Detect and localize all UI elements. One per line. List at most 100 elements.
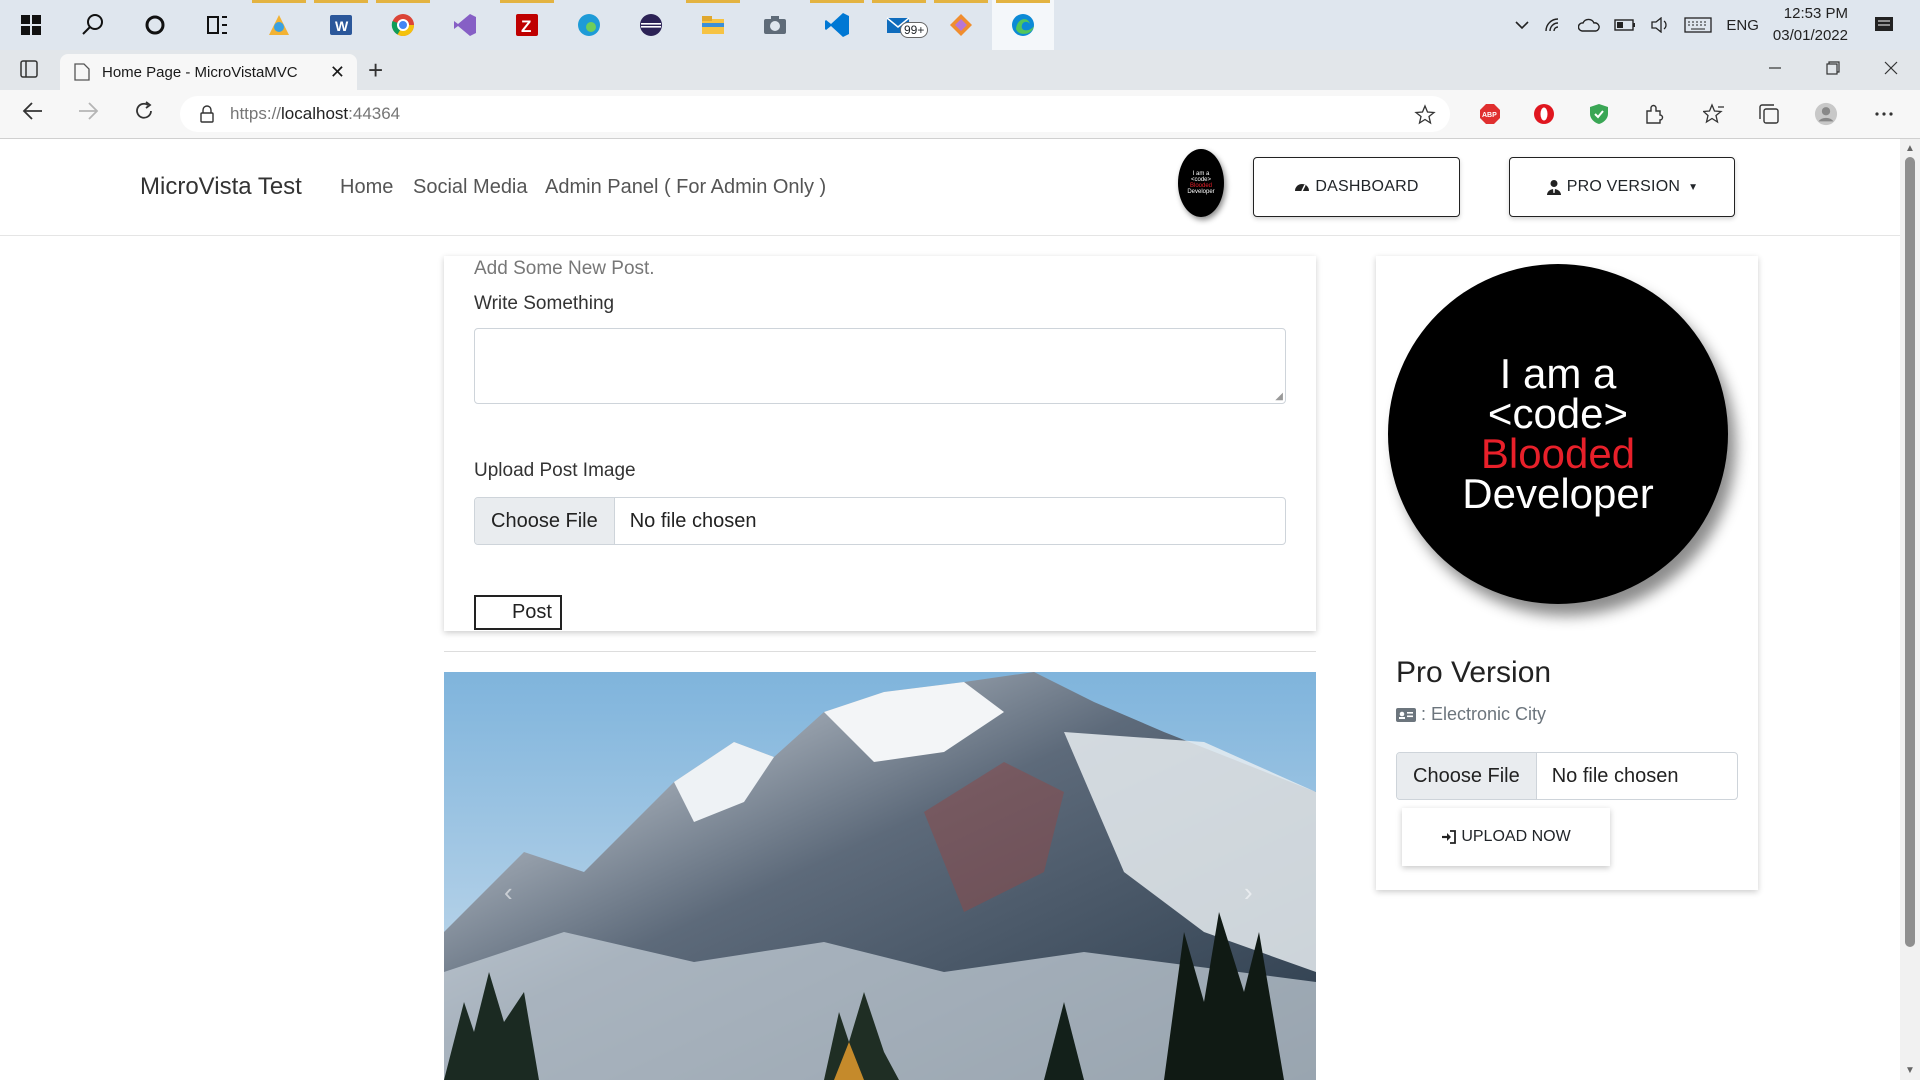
carousel-next-icon[interactable]: › [1244,877,1253,908]
id-card-icon [1396,707,1416,722]
browser-tab[interactable]: Home Page - MicroVistaMVC ✕ [60,54,357,90]
scrollbar-thumb[interactable] [1905,157,1915,947]
task-view-icon[interactable] [186,0,248,50]
more-icon[interactable] [1872,102,1896,126]
search-icon[interactable] [62,0,124,50]
page-scrollbar[interactable]: ▲ ▼ [1900,139,1920,1080]
mountain-landscape-image [444,672,1316,1080]
logo-line: Blooded [1480,430,1636,477]
profile-location-text: : Electronic City [1421,704,1547,724]
chevron-up-icon[interactable] [1514,17,1530,33]
file-status: No file chosen [1551,764,1679,787]
profile-icon[interactable] [1814,102,1838,126]
web-page: MicroVista Test Home Social Media Admin … [0,139,1900,1080]
tab-title: Home Page - MicroVistaMVC [102,63,298,81]
clock[interactable]: 12:53 PM 03/01/2022 [1773,3,1848,47]
nav-admin-panel[interactable]: Admin Panel ( For Admin Only ) [545,176,826,199]
site-brand[interactable]: MicroVista Test [140,173,302,201]
refresh-icon[interactable] [133,100,155,129]
adblock-icon[interactable]: ABP [1478,102,1502,126]
caret-down-icon: ▼ [1688,181,1699,193]
upload-now-button[interactable]: UPLOAD NOW [1402,808,1610,866]
page-icon [74,63,90,81]
filezilla-icon[interactable]: Z [496,0,558,50]
wifi-icon[interactable] [1544,17,1564,33]
windows-start-icon[interactable] [0,0,62,50]
scroll-up-icon[interactable]: ▲ [1905,143,1915,154]
favorites-icon[interactable] [1702,102,1726,126]
onedrive-icon[interactable] [1578,18,1601,32]
url-port: :44364 [348,104,401,123]
address-bar-row: https://localhost:44364 ABP [0,90,1920,139]
mail-icon[interactable]: 99+ [868,0,930,50]
url-scheme: https:// [230,104,282,123]
chrome-icon[interactable] [372,0,434,50]
eclipse-icon[interactable] [620,0,682,50]
upload-post-image-label: Upload Post Image [474,460,636,481]
back-icon[interactable] [22,100,44,129]
battery-icon[interactable] [1614,19,1636,31]
resize-grip-icon[interactable]: ◢ [1275,391,1283,402]
url-field[interactable]: https://localhost:44364 [180,96,1450,132]
post-image-file-input[interactable]: Choose File No file chosen [474,497,1286,545]
image-carousel[interactable]: ‹ › [444,672,1316,1080]
volume-icon[interactable] [1650,17,1670,33]
post-button[interactable]: Post [474,595,562,630]
keyboard-icon[interactable] [1684,17,1713,33]
clock-date: 03/01/2022 [1772,27,1848,44]
svg-text:ABP: ABP [1482,112,1497,119]
opera-icon[interactable] [1532,102,1556,126]
new-tab-button[interactable]: + [368,55,383,86]
svg-text:W: W [335,18,349,34]
close-tab-icon[interactable]: ✕ [330,62,345,83]
upload-now-label: UPLOAD NOW [1461,828,1571,845]
paint-icon[interactable] [248,0,310,50]
close-window-icon[interactable] [1884,58,1898,81]
choose-file-button[interactable]: Choose File [1397,753,1537,799]
lock-icon[interactable] [200,105,214,123]
logo-line: Developer [1462,470,1654,517]
divider [444,651,1316,652]
sign-in-icon [1442,830,1457,844]
site-navbar: MicroVista Test Home Social Media Admin … [0,139,1900,236]
avatar[interactable]: I am a <code> Blooded Developer [1178,149,1224,217]
cortana-icon[interactable] [124,0,186,50]
shield-icon[interactable] [1587,102,1611,126]
language-indicator[interactable]: ENG [1726,17,1759,34]
profile-logo-image: I am a <code> Blooded Developer [1388,264,1728,604]
tab-actions-icon[interactable] [20,60,38,83]
edge-icon[interactable] [992,0,1054,50]
camera-icon[interactable] [744,0,806,50]
notifications-icon[interactable] [1874,16,1894,34]
vscode-icon[interactable] [806,0,868,50]
post-textarea[interactable]: ◢ [474,328,1286,404]
restore-icon[interactable] [1826,58,1840,81]
dashboard-button[interactable]: DASHBOARD [1253,157,1460,217]
nav-home[interactable]: Home [340,176,393,199]
pro-version-dropdown[interactable]: PRO VERSION ▼ [1509,157,1735,217]
user-tie-icon [1546,180,1561,195]
browser-tab-bar: Home Page - MicroVistaMVC ✕ + [0,50,1920,90]
extensions-icon[interactable] [1642,102,1666,126]
profile-image-file-input[interactable]: Choose File No file chosen [1396,752,1738,800]
avatar-line: Developer [1187,189,1215,195]
logo-line: I am a [1499,350,1617,397]
forward-icon[interactable] [77,100,99,129]
clock-time: 12:53 PM [1783,5,1848,22]
visual-studio-icon[interactable] [434,0,496,50]
minimize-icon[interactable] [1768,58,1782,81]
game-icon[interactable] [930,0,992,50]
collections-icon[interactable] [1757,102,1781,126]
mail-badge: 99+ [900,22,929,38]
word-icon[interactable]: W [310,0,372,50]
carousel-prev-icon[interactable]: ‹ [504,877,513,908]
nav-social-media[interactable]: Social Media [413,176,528,199]
choose-file-button[interactable]: Choose File [475,498,615,544]
add-favorite-icon[interactable] [1414,104,1436,131]
write-something-label: Write Something [474,293,615,314]
post-card-heading: Add Some New Post. [474,258,655,279]
edge-dev-icon[interactable] [558,0,620,50]
system-tray: ENG 12:53 PM 03/01/2022 [1514,0,1920,50]
file-explorer-icon[interactable] [682,0,744,50]
scroll-down-icon[interactable]: ▼ [1905,1065,1915,1076]
